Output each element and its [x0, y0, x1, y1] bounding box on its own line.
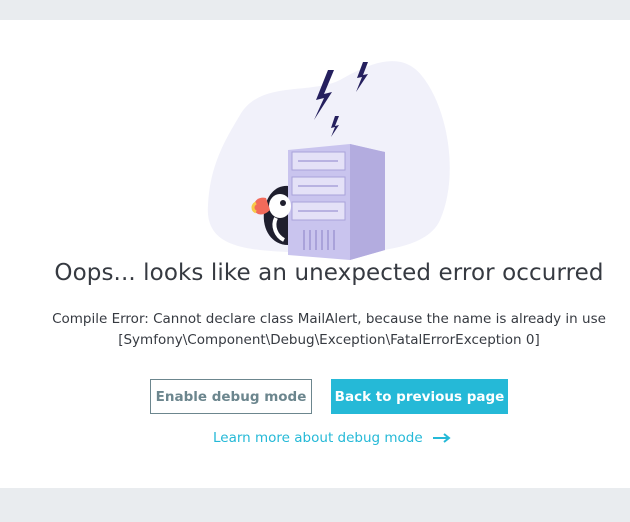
error-card: Oops... looks like an unexpected error o…	[0, 20, 630, 488]
learn-more-label: Learn more about debug mode	[213, 430, 423, 446]
error-exception-line: [Symfony\Component\Debug\Exception\Fatal…	[118, 332, 540, 348]
error-message-line: Compile Error: Cannot declare class Mail…	[52, 311, 606, 327]
arrow-right-icon	[432, 433, 451, 443]
error-message: Compile Error: Cannot declare class Mail…	[0, 309, 630, 351]
enable-debug-mode-button[interactable]: Enable debug mode	[150, 379, 312, 414]
server-icon	[288, 144, 385, 260]
back-to-previous-page-button[interactable]: Back to previous page	[331, 379, 508, 414]
page-title: Oops... looks like an unexpected error o…	[54, 260, 604, 286]
error-illustration	[207, 61, 450, 260]
learn-more-debug-link[interactable]: Learn more about debug mode	[213, 430, 451, 446]
